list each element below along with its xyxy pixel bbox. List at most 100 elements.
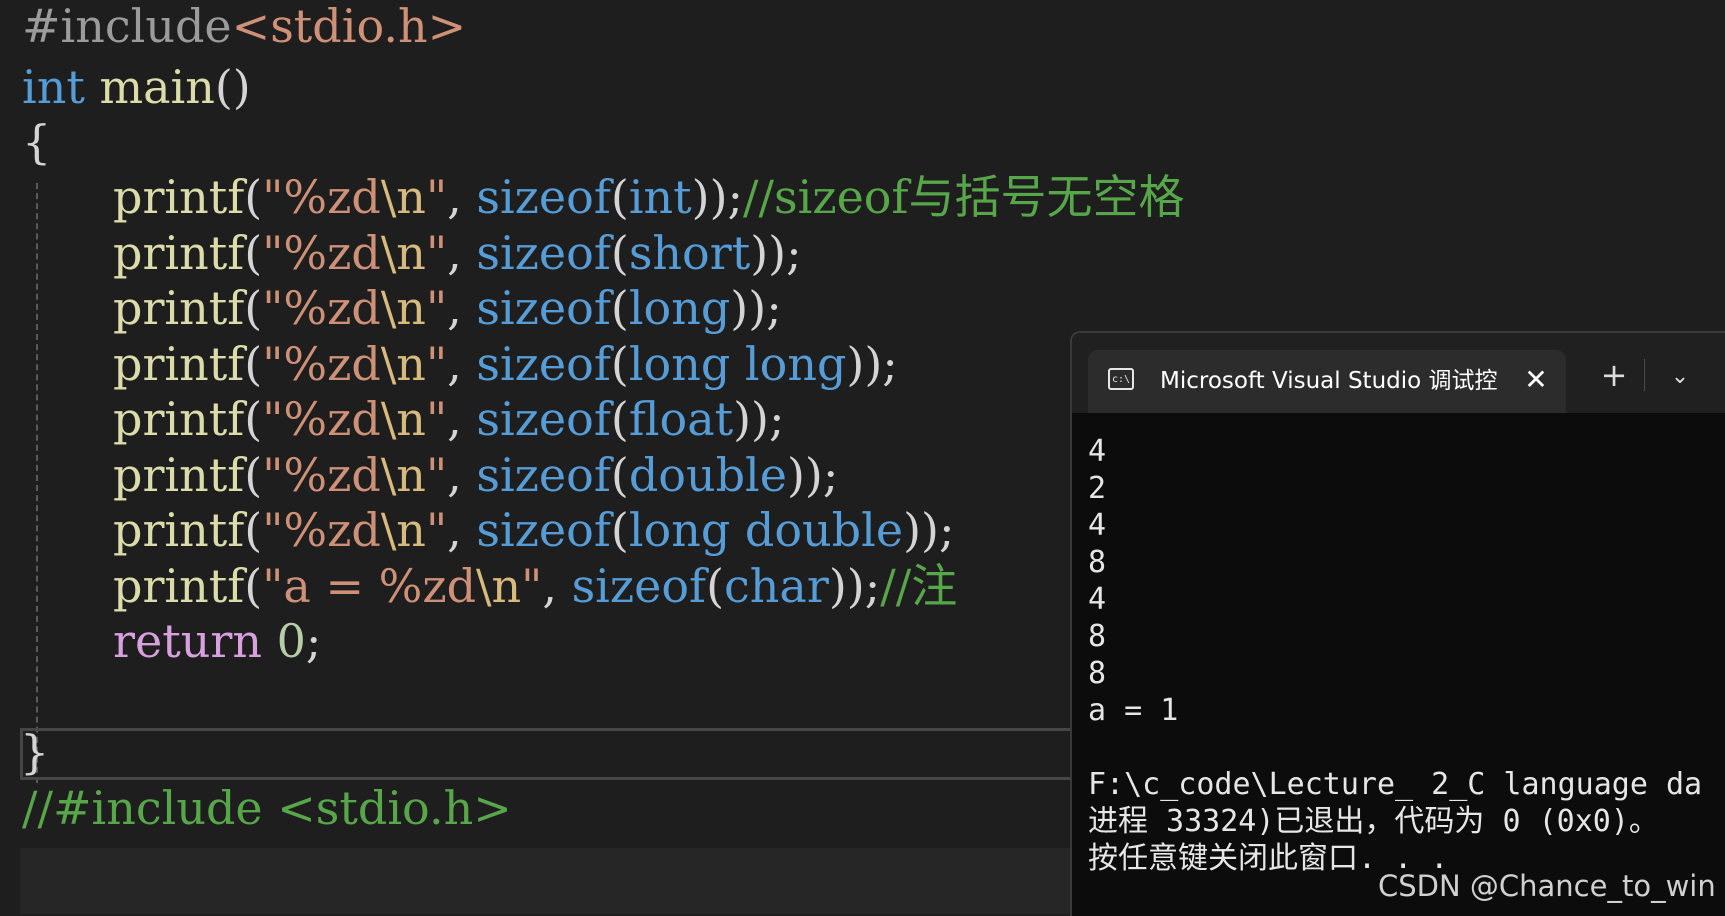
type-argument: char (724, 558, 829, 613)
open-brace: { (22, 115, 52, 169)
type-argument: long long (628, 336, 847, 391)
type-argument: float (628, 392, 734, 446)
escape-sequence: \n (476, 558, 522, 613)
open-paren: ( (244, 225, 263, 280)
open-paren: ( (244, 447, 263, 502)
close-brace: } (20, 725, 50, 779)
close-parens: )); (786, 447, 839, 502)
string-quote: " (521, 558, 543, 613)
include-directive: #include (22, 0, 232, 53)
sizeof-operator: sizeof (476, 392, 611, 446)
format-string: "%zd (262, 281, 381, 335)
return-type: int (22, 60, 85, 114)
terminal-tabbar: c:\ Microsoft Visual Studio 调试控 ✕ + ⌄ (1072, 333, 1725, 413)
return-value: 0 (276, 614, 306, 668)
open-paren: ( (244, 336, 263, 391)
code-line-last[interactable]: //#include <stdio.h> (22, 778, 512, 839)
terminal-tab[interactable]: c:\ Microsoft Visual Studio 调试控 ✕ (1088, 350, 1566, 413)
terminal-output-line: 2 (1088, 471, 1107, 506)
sizeof-operator: sizeof (476, 170, 611, 224)
printf-call: printf (113, 447, 245, 502)
sizeof-open-paren: ( (610, 281, 629, 335)
printf-call: printf (113, 281, 245, 335)
code-line-close[interactable]: } (20, 722, 49, 783)
code-line-printf[interactable]: printf("%zd\n", sizeof(long)); (113, 278, 782, 339)
terminal-output[interactable]: 4248488a = 1 F:\c_code\Lecture_ 2_C langu… (1088, 433, 1725, 877)
code-line-1[interactable]: #include<stdio.h> (22, 0, 466, 57)
terminal-output-line: 进程 33324)已退出，代码为 0 (0x0)。 (1088, 804, 1659, 839)
type-argument: short (628, 225, 751, 280)
code-line-printf[interactable]: printf("%zd\n", sizeof(float)); (113, 389, 785, 450)
terminal-output-line: 8 (1088, 619, 1107, 654)
string-quote: " (425, 281, 448, 335)
sizeof-open-paren: ( (706, 558, 725, 613)
format-string: "a = %zd (262, 558, 477, 613)
escape-sequence: \n (380, 336, 426, 391)
tab-divider (1644, 359, 1645, 391)
close-parens: )); (846, 336, 898, 391)
escape-sequence: \n (380, 170, 426, 224)
code-line-printf[interactable]: printf("%zd\n", sizeof(int));//sizeof与括号… (113, 167, 1185, 228)
sizeof-open-paren: ( (610, 503, 629, 557)
new-tab-icon[interactable]: + (1594, 355, 1634, 395)
terminal-output-line: 8 (1088, 656, 1107, 691)
printf-call: printf (113, 225, 245, 280)
format-string: "%zd (262, 170, 381, 224)
function-name: main (99, 60, 215, 114)
escape-sequence: \n (380, 225, 426, 280)
code-line-2[interactable]: int main() (22, 57, 251, 118)
escape-sequence: \n (380, 281, 426, 335)
comma: , (447, 447, 477, 502)
comma: , (447, 336, 477, 391)
return-semicolon: ; (305, 614, 322, 668)
commented-include: //#include <stdio.h> (22, 781, 512, 835)
terminal-output-line: 8 (1088, 545, 1107, 580)
code-line-return[interactable]: return 0; (113, 611, 321, 672)
code-line-printf[interactable]: printf("%zd\n", sizeof(long long)); (113, 334, 898, 395)
watermark: CSDN @Chance_to_win (1378, 869, 1716, 903)
format-string: "%zd (262, 447, 381, 502)
terminal-window[interactable]: c:\ Microsoft Visual Studio 调试控 ✕ + ⌄ 42… (1070, 331, 1725, 916)
sizeof-open-paren: ( (610, 447, 629, 502)
code-line-printf[interactable]: printf("%zd\n", sizeof(long double)); (113, 500, 954, 561)
format-string: "%zd (262, 503, 381, 557)
close-parens: )); (691, 170, 744, 224)
escape-sequence: \n (380, 447, 426, 502)
terminal-output-line: 4 (1088, 508, 1107, 543)
open-paren: ( (244, 281, 263, 335)
escape-sequence: \n (380, 503, 426, 557)
chevron-down-icon[interactable]: ⌄ (1660, 357, 1700, 397)
type-argument: long double (628, 503, 904, 557)
line-comment: //sizeof与括号无空格 (743, 170, 1185, 224)
code-line-printf[interactable]: printf("%zd\n", sizeof(double)); (113, 445, 838, 506)
comma: , (542, 558, 572, 613)
line-comment: //注 (880, 558, 958, 613)
string-quote: " (425, 503, 448, 557)
string-quote: " (425, 447, 448, 502)
escape-sequence: \n (380, 392, 426, 446)
function-parens: () (214, 60, 251, 114)
close-parens: )); (733, 392, 785, 446)
printf-call: printf (113, 503, 245, 557)
printf-call: printf (113, 336, 245, 391)
return-keyword: return (113, 614, 262, 668)
code-line-printf[interactable]: printf("%zd\n", sizeof(short)); (113, 223, 802, 284)
tab-title: Microsoft Visual Studio 调试控 (1160, 368, 1498, 394)
include-header: <stdio.h> (231, 0, 467, 53)
string-quote: " (425, 392, 448, 446)
format-string: "%zd (262, 336, 381, 391)
close-parens: )); (828, 558, 881, 613)
terminal-output-line: 4 (1088, 434, 1107, 469)
code-line-3[interactable]: { (22, 112, 51, 173)
sizeof-open-paren: ( (610, 170, 629, 224)
code-line-printf[interactable]: printf("a = %zd\n", sizeof(char));//注 (113, 556, 957, 617)
comma: , (447, 170, 477, 224)
close-icon[interactable]: ✕ (1518, 362, 1554, 398)
type-argument: double (628, 447, 787, 502)
sizeof-open-paren: ( (610, 336, 629, 391)
sizeof-operator: sizeof (476, 447, 611, 502)
sizeof-operator: sizeof (476, 336, 611, 391)
terminal-output-line: F:\c_code\Lecture_ 2_C language da (1088, 767, 1703, 802)
string-quote: " (425, 225, 448, 280)
